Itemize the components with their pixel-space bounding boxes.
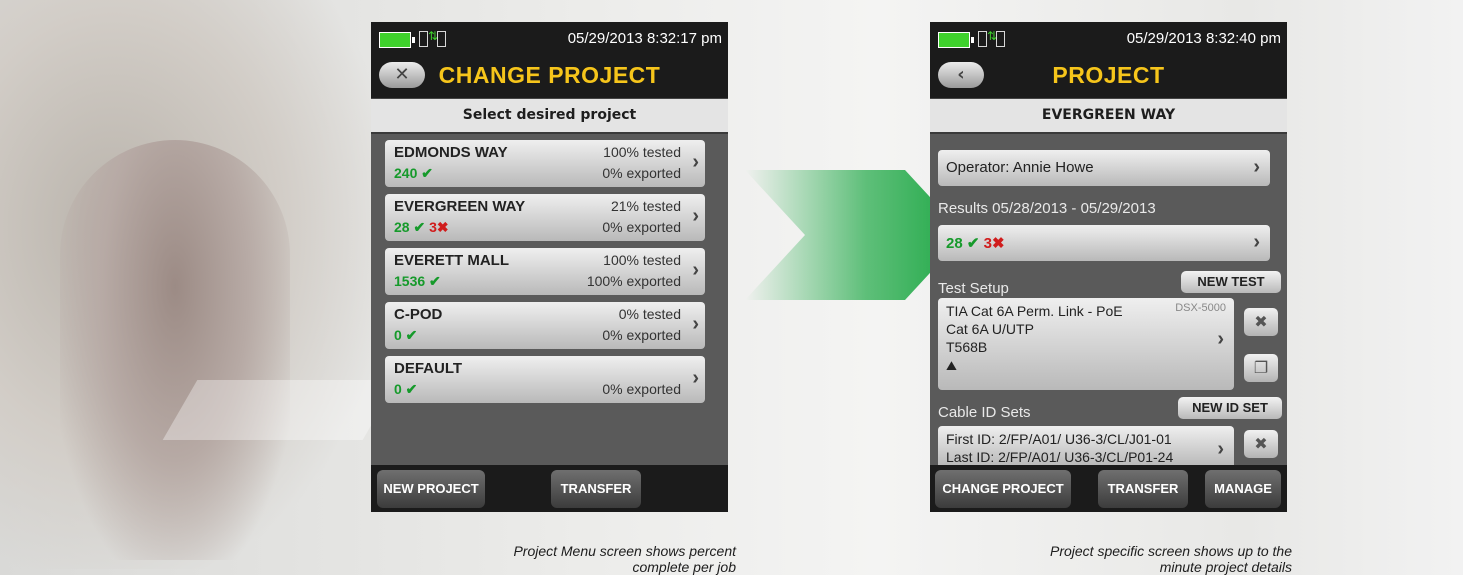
x-icon: ✖ xyxy=(1254,312,1268,331)
title-bar: ‹ PROJECT xyxy=(930,56,1287,99)
chevron-right-icon: › xyxy=(692,151,699,173)
left-caption-line2: complete per job xyxy=(632,559,736,575)
project-item-edmonds-way[interactable]: EDMONDS WAY 240 ✔ 100% tested 0% exporte… xyxy=(385,140,705,187)
change-project-screen: ⇅ 05/29/2013 8:32:17 pm ✕ CHANGE PROJECT… xyxy=(371,22,728,512)
check-icon: ✔ xyxy=(401,381,418,397)
remote-battery-icon xyxy=(978,31,987,47)
project-counts: 0 ✔ xyxy=(394,327,418,343)
check-icon: ✔ xyxy=(417,165,433,181)
project-counts: 28 ✔ 3✖ xyxy=(394,219,449,235)
subheader: Select desired project xyxy=(371,99,728,134)
new-id-set-button[interactable]: NEW ID SET xyxy=(1178,397,1282,419)
instrument-model: DSX-5000 xyxy=(1175,302,1226,314)
manage-button[interactable]: MANAGE xyxy=(1205,470,1281,508)
remote-battery-icon xyxy=(419,31,428,47)
chevron-right-icon: › xyxy=(692,259,699,281)
results-counts: 28 ✔ 3✖ xyxy=(946,235,1005,252)
project-name-header: EVERGREEN WAY xyxy=(930,99,1287,134)
tested-percent: 0% tested xyxy=(618,306,681,322)
tested-percent: 100% tested xyxy=(603,252,681,268)
exported-percent: 100% exported xyxy=(586,273,681,289)
test-setup-label: Test Setup xyxy=(938,280,1009,297)
new-project-button[interactable]: NEW PROJECT xyxy=(377,470,485,508)
check-icon: ✔ xyxy=(401,327,418,343)
chevron-right-icon: › xyxy=(1253,231,1260,253)
project-name: EVERETT MALL xyxy=(394,252,509,269)
operator-label: Operator: Annie Howe xyxy=(946,159,1094,176)
project-item-everett-mall[interactable]: EVERETT MALL 1536 ✔ 100% tested 100% exp… xyxy=(385,248,705,295)
page-title: CHANGE PROJECT xyxy=(438,62,661,88)
main-battery-icon xyxy=(938,32,974,48)
main-battery-icon xyxy=(379,32,415,48)
x-fail-icon: ✖ xyxy=(991,235,1005,252)
test-setup-item[interactable]: TIA Cat 6A Perm. Link - PoE DSX-5000 Cat… xyxy=(938,298,1234,390)
graph-icon: ⛰ xyxy=(946,358,957,373)
first-id: First ID: 2/FP/A01/ U36-3/CL/J01-01 xyxy=(946,431,1172,447)
status-bar: ⇅ 05/29/2013 8:32:17 pm xyxy=(371,22,728,56)
project-counts: 1536 ✔ xyxy=(394,273,441,289)
project-screen: ⇅ 05/29/2013 8:32:40 pm ‹ PROJECT EVERGR… xyxy=(930,22,1287,512)
exported-percent: 0% exported xyxy=(602,219,681,235)
cable-id-set-item[interactable]: First ID: 2/FP/A01/ U36-3/CL/J01-01 Last… xyxy=(938,426,1234,466)
chevron-right-icon: › xyxy=(1217,438,1224,460)
tested-percent: 100% tested xyxy=(603,144,681,160)
exported-percent: 0% exported xyxy=(602,165,681,181)
project-item-default[interactable]: DEFAULT 0 ✔ 0% exported › xyxy=(385,356,705,403)
project-item-c-pod[interactable]: C-POD 0 ✔ 0% tested 0% exported › xyxy=(385,302,705,349)
chevron-right-icon: › xyxy=(1217,328,1224,350)
last-id: Last ID: 2/FP/A01/ U36-3/CL/P01-24 xyxy=(946,449,1174,465)
cable-id-sets-label: Cable ID Sets xyxy=(938,404,1031,421)
project-name: C-POD xyxy=(394,306,443,323)
test-limit: TIA Cat 6A Perm. Link - PoE xyxy=(946,303,1123,319)
delete-id-set-button[interactable]: ✖ xyxy=(1244,430,1278,458)
datetime: 05/29/2013 8:32:17 pm xyxy=(567,30,722,47)
remote-battery-icon-2 xyxy=(437,31,446,47)
exported-percent: 0% exported xyxy=(602,381,681,397)
check-icon: ✔ xyxy=(425,273,441,289)
remote-battery-icon-2 xyxy=(996,31,1005,47)
check-icon: ✔ xyxy=(962,235,984,252)
project-name: EVERGREEN WAY xyxy=(394,198,526,215)
exported-percent: 0% exported xyxy=(602,327,681,343)
bottom-toolbar: CHANGE PROJECT TRANSFER MANAGE xyxy=(930,465,1287,512)
technician-figure xyxy=(60,140,290,560)
transfer-button[interactable]: TRANSFER xyxy=(551,470,641,508)
copy-icon: ❐ xyxy=(1253,358,1269,377)
change-project-button[interactable]: CHANGE PROJECT xyxy=(935,470,1071,508)
x-icon: ✖ xyxy=(1254,434,1268,453)
page-title: PROJECT xyxy=(1052,62,1165,88)
datetime: 05/29/2013 8:32:40 pm xyxy=(1126,30,1281,47)
project-item-evergreen-way[interactable]: EVERGREEN WAY 28 ✔ 3✖ 21% tested 0% expo… xyxy=(385,194,705,241)
chevron-right-icon: › xyxy=(692,205,699,227)
project-counts: 240 ✔ xyxy=(394,165,433,181)
cable-type: Cat 6A U/UTP xyxy=(946,321,1034,337)
x-fail-icon: ✖ xyxy=(436,219,449,235)
left-caption-line1: Project Menu screen shows percent xyxy=(513,543,736,559)
left-caption: Project Menu screen shows percent comple… xyxy=(420,543,736,575)
delete-test-button[interactable]: ✖ xyxy=(1244,308,1278,336)
copy-test-button[interactable]: ❐ xyxy=(1244,354,1278,382)
project-name: EDMONDS WAY xyxy=(394,144,508,161)
chevron-right-icon: › xyxy=(692,313,699,335)
wiremap-standard: T568B xyxy=(946,339,988,355)
transfer-button[interactable]: TRANSFER xyxy=(1098,470,1188,508)
chevron-right-icon: › xyxy=(692,367,699,389)
desk-keyboard xyxy=(162,380,398,440)
chevron-right-icon: › xyxy=(1253,156,1260,178)
right-caption-line1: Project specific screen shows up to the xyxy=(1049,543,1292,559)
new-test-button[interactable]: NEW TEST xyxy=(1181,271,1281,293)
status-bar: ⇅ 05/29/2013 8:32:40 pm xyxy=(930,22,1287,56)
project-counts: 0 ✔ xyxy=(394,381,418,397)
check-icon: ✔ xyxy=(409,219,430,235)
results-label: Results 05/28/2013 - 05/29/2013 xyxy=(938,200,1156,217)
right-caption-line2: minute project details xyxy=(1159,559,1292,575)
tested-percent: 21% tested xyxy=(610,198,681,214)
right-caption: Project specific screen shows up to the … xyxy=(930,543,1292,575)
title-bar: ✕ CHANGE PROJECT xyxy=(371,56,728,99)
bottom-toolbar: NEW PROJECT TRANSFER xyxy=(371,465,728,512)
project-name: DEFAULT xyxy=(394,360,463,377)
results-row[interactable]: 28 ✔ 3✖ › xyxy=(938,225,1270,261)
operator-row[interactable]: Operator: Annie Howe › xyxy=(938,150,1270,186)
